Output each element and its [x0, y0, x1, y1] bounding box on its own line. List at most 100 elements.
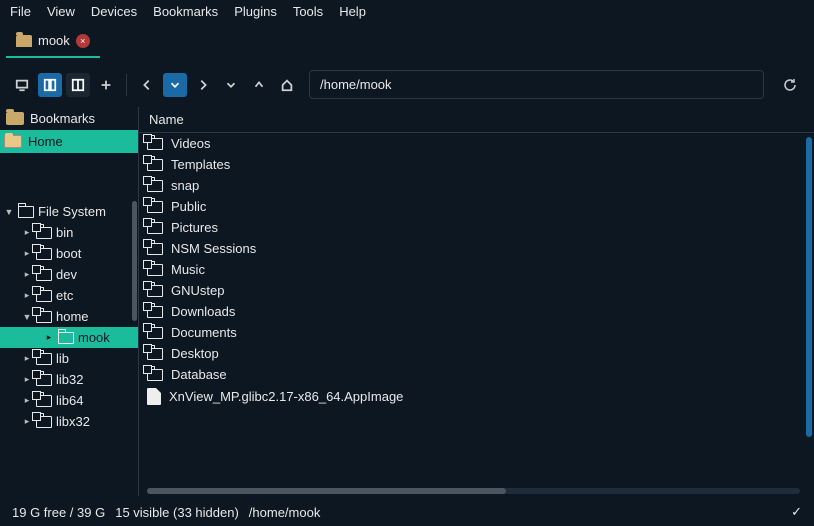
folder-icon — [36, 311, 52, 323]
file-name: GNUstep — [171, 283, 224, 298]
folder-icon — [36, 290, 52, 302]
menubar: File View Devices Bookmarks Plugins Tools Help — [0, 0, 814, 27]
tree-item-filesystem[interactable]: ▼ File System — [0, 201, 138, 222]
menu-plugins[interactable]: Plugins — [234, 4, 277, 19]
file-row[interactable]: Pictures — [139, 217, 814, 238]
folder-icon — [147, 138, 163, 150]
home-button[interactable] — [275, 73, 299, 97]
tree-item-lib[interactable]: ▸ lib — [0, 348, 138, 369]
tab-mook[interactable]: mook × — [6, 27, 100, 58]
file-name: snap — [171, 178, 199, 193]
sidebar: Bookmarks Home ▼ File System ▸bin▸boot▸d… — [0, 107, 139, 496]
expand-icon[interactable]: ▸ — [22, 248, 32, 259]
file-name: Documents — [171, 325, 237, 340]
tab-strip: mook × — [0, 27, 814, 58]
tree-item-lib64[interactable]: ▸lib64 — [0, 390, 138, 411]
tree-item-home[interactable]: ▼home — [0, 306, 138, 327]
expand-icon[interactable]: ▼ — [22, 312, 32, 322]
refresh-button[interactable] — [776, 71, 804, 99]
expand-icon[interactable]: ▸ — [22, 395, 32, 406]
tree-item-etc[interactable]: ▸etc — [0, 285, 138, 306]
tree-view-button[interactable] — [38, 73, 62, 97]
file-name: Desktop — [171, 346, 219, 361]
folder-icon — [36, 416, 52, 428]
close-icon[interactable]: × — [76, 34, 90, 48]
folder-icon — [36, 269, 52, 281]
toolbar — [0, 58, 814, 107]
folder-icon — [147, 369, 163, 381]
tree-label: File System — [38, 204, 106, 219]
file-row[interactable]: Templates — [139, 154, 814, 175]
expand-icon[interactable]: ▸ — [44, 332, 54, 343]
expand-icon[interactable]: ▸ — [22, 227, 32, 238]
file-row[interactable]: Music — [139, 259, 814, 280]
tree-label: lib — [56, 351, 69, 366]
tree-label: mook — [78, 330, 110, 345]
tree-item-lib32[interactable]: ▸ lib32 — [0, 369, 138, 390]
file-row[interactable]: Downloads — [139, 301, 814, 322]
menu-view[interactable]: View — [47, 4, 75, 19]
expand-icon[interactable]: ▸ — [22, 353, 32, 364]
file-name: Templates — [171, 157, 230, 172]
folder-icon — [147, 159, 163, 171]
menu-tools[interactable]: Tools — [293, 4, 323, 19]
file-name: Videos — [171, 136, 211, 151]
dual-pane-button[interactable] — [66, 73, 90, 97]
devices-button[interactable] — [10, 73, 34, 97]
new-tab-button[interactable] — [94, 73, 118, 97]
folder-icon — [18, 206, 34, 218]
file-row[interactable]: NSM Sessions — [139, 238, 814, 259]
status-bar: 19 G free / 39 G 15 visible (33 hidden) … — [0, 496, 814, 526]
h-scrollbar[interactable] — [147, 488, 800, 494]
menu-file[interactable]: File — [10, 4, 31, 19]
folder-icon — [147, 222, 163, 234]
home-label: Home — [28, 134, 63, 149]
tree-item-bin[interactable]: ▸bin — [0, 222, 138, 243]
menu-help[interactable]: Help — [339, 4, 366, 19]
folder-icon — [147, 327, 163, 339]
scrollbar-thumb[interactable] — [132, 201, 137, 321]
file-row[interactable]: GNUstep — [139, 280, 814, 301]
address-input[interactable] — [309, 70, 764, 99]
expand-icon[interactable]: ▸ — [22, 374, 32, 385]
tree-item-boot[interactable]: ▸ boot — [0, 243, 138, 264]
file-row[interactable]: Videos — [139, 133, 814, 154]
menu-devices[interactable]: Devices — [91, 4, 137, 19]
tree-item-dev[interactable]: ▸ dev — [0, 264, 138, 285]
file-row[interactable]: Desktop — [139, 343, 814, 364]
file-row[interactable]: Database — [139, 364, 814, 385]
up-button[interactable] — [247, 73, 271, 97]
back-history-button[interactable] — [163, 73, 187, 97]
v-scrollbar[interactable] — [806, 137, 812, 437]
expand-icon[interactable]: ▸ — [22, 290, 32, 301]
expand-icon[interactable]: ▸ — [22, 416, 32, 427]
file-row[interactable]: Documents — [139, 322, 814, 343]
forward-button[interactable] — [191, 73, 215, 97]
check-icon[interactable]: ✓ — [791, 504, 802, 520]
folder-icon — [36, 374, 52, 386]
back-button[interactable] — [135, 73, 159, 97]
file-pane: Name Videos Templates snap PublicPicturesNS… — [139, 107, 814, 496]
folder-icon — [36, 227, 52, 239]
folder-icon — [147, 285, 163, 297]
folder-icon — [147, 243, 163, 255]
menu-bookmarks[interactable]: Bookmarks — [153, 4, 218, 19]
tree-item-libx32[interactable]: ▸ libx32 — [0, 411, 138, 432]
tree-item-mook[interactable]: ▸ mook — [0, 327, 138, 348]
expand-icon[interactable]: ▸ — [22, 269, 32, 280]
folder-icon — [36, 395, 52, 407]
tree-label: dev — [56, 267, 77, 282]
column-header-name[interactable]: Name — [139, 107, 814, 133]
forward-history-button[interactable] — [219, 73, 243, 97]
folder-icon — [16, 35, 32, 47]
bookmarks-section[interactable]: Bookmarks — [0, 107, 138, 130]
file-row[interactable]: snap — [139, 175, 814, 196]
tree-label: libx32 — [56, 414, 90, 429]
expand-icon[interactable]: ▼ — [4, 207, 14, 217]
tree-label: lib32 — [56, 372, 83, 387]
tree-label: boot — [56, 246, 81, 261]
file-row[interactable]: Public — [139, 196, 814, 217]
sidebar-item-home[interactable]: Home — [0, 130, 138, 153]
file-row[interactable]: XnView_MP.glibc2.17-x86_64.AppImage — [139, 385, 814, 408]
folder-icon — [6, 112, 24, 125]
